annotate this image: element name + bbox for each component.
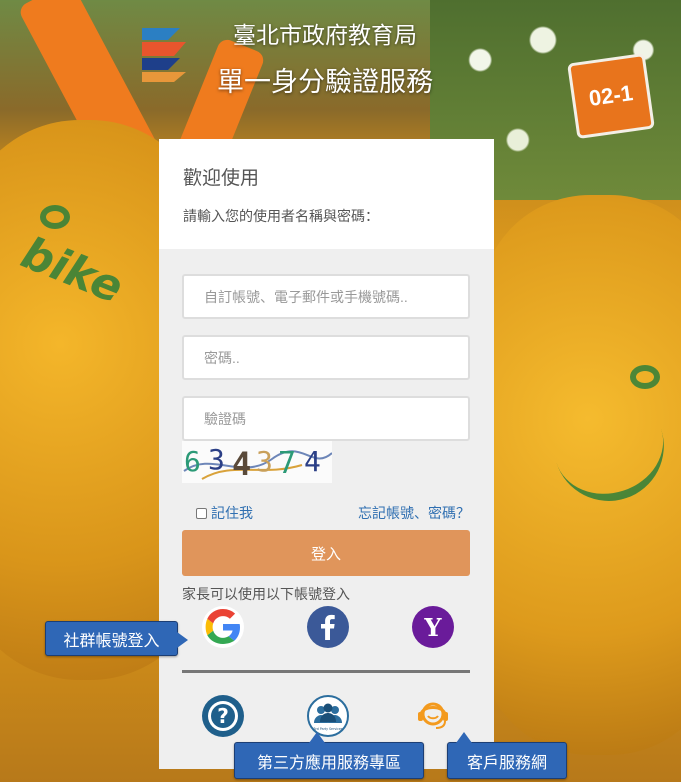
help-button[interactable]: ? [202,695,244,737]
callout-third-party: 第三方應用服務專區 [234,732,424,779]
bike-plate: 02-1 [567,52,655,140]
password-input[interactable] [182,335,470,380]
remember-checkbox[interactable] [196,507,207,519]
parent-login-note: 家長可以使用以下帳號登入 [182,586,350,602]
divider [182,670,470,673]
remember-label: 記住我 [211,505,253,521]
callout-customer-service: 客戶服務網 [447,732,567,779]
captcha-input[interactable] [182,396,470,441]
login-card: 歡迎使用 請輸入您的使用者名稱與密碼： 6 3 4 3 7 4 記住我 忘記帳號… [159,139,494,769]
callout-customer-service-text: 客戶服務網 [466,752,547,772]
third-party-button[interactable]: 3rd Party Services [307,695,349,737]
header-title: 臺北市政府教育局 [233,23,417,49]
customer-service-icon [418,702,448,729]
third-party-icon: 3rd Party Services [314,703,343,731]
welcome-text: 歡迎使用 [183,168,260,189]
captcha-char: 7 [278,446,296,481]
callout-social-login: 社群帳號登入 [45,621,188,656]
facebook-login-button[interactable] [307,606,349,648]
captcha-char: 6 [184,445,201,478]
svg-text:3rd Party Services: 3rd Party Services [314,727,343,731]
captcha-char: 4 [304,445,321,478]
captcha-image[interactable]: 6 3 4 3 7 4 [182,441,332,483]
captcha-char: 3 [256,445,273,478]
help-icon: ? [208,701,238,731]
captcha-char: 3 [208,443,225,476]
login-button[interactable]: 登入 [182,530,470,576]
callout-social-login-text: 社群帳號登入 [63,630,160,650]
facebook-icon [321,614,335,640]
username-input[interactable] [182,274,470,319]
hint-text: 請輸入您的使用者名稱與密碼： [183,208,379,224]
customer-service-button[interactable] [412,695,454,737]
card-header: 歡迎使用 請輸入您的使用者名稱與密碼： [159,139,494,249]
google-login-button[interactable] [202,606,244,648]
svg-text:?: ? [217,704,229,728]
callout-third-party-text: 第三方應用服務專區 [256,752,401,772]
header-subtitle: 單一身分驗證服務 [217,67,433,98]
forgot-link[interactable]: 忘記帳號、密碼？ [358,503,470,523]
google-icon [205,609,240,644]
remember-me[interactable]: 記住我 [196,503,253,523]
yahoo-login-button[interactable]: Y [412,606,454,648]
captcha-char: 4 [232,445,251,483]
yahoo-icon: Y [424,612,442,642]
